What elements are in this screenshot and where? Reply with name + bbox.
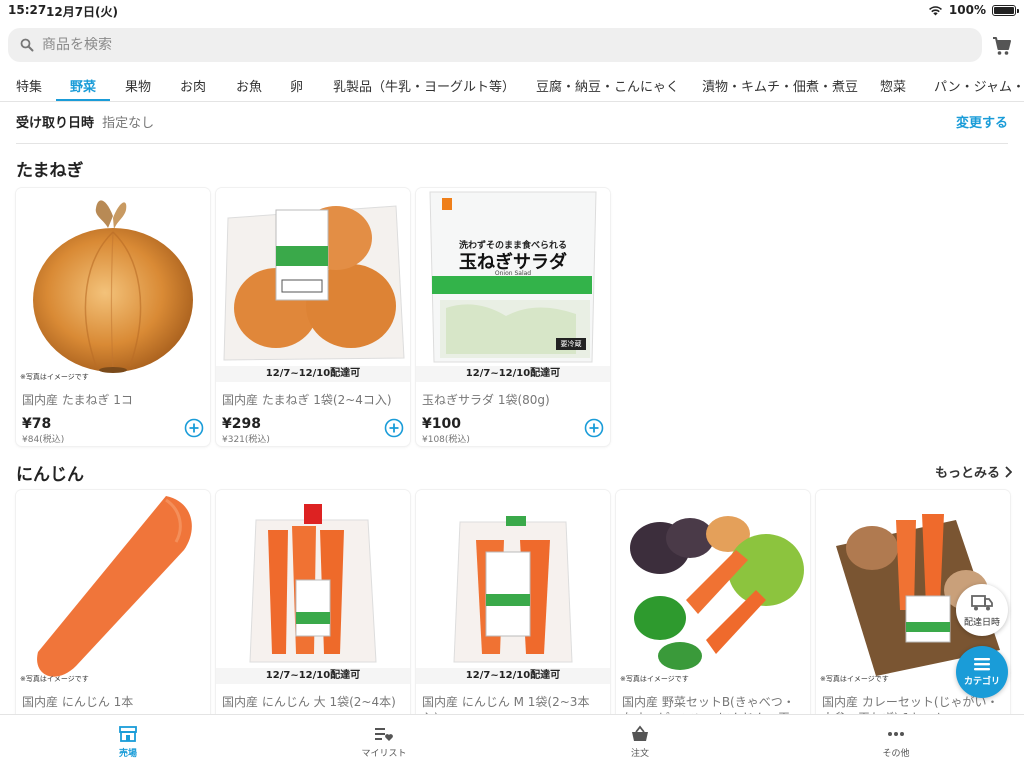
delivery-window: 12/7~12/10配達可 (416, 366, 610, 382)
tab-pickles[interactable]: 漬物・キムチ・佃煮・煮豆 (702, 76, 858, 101)
product-name: 玉ねぎサラダ 1袋(80g) (422, 393, 550, 407)
product-name: 国内産 にんじん 1本 (22, 695, 134, 709)
tab-bread[interactable]: パン・ジャム・ (934, 76, 1024, 101)
delivery-window: 12/7~12/10配達可 (416, 668, 610, 684)
nav-more[interactable]: その他 (856, 725, 936, 759)
product-image (16, 188, 210, 378)
product-name: 国内産 たまねぎ 1コ (22, 393, 133, 407)
product-tax-price: ¥321(税込) (222, 435, 270, 445)
nav-more-label: その他 (882, 749, 910, 759)
tab-fruits[interactable]: 果物 (125, 76, 151, 101)
category-button[interactable]: カテゴリ (956, 646, 1008, 698)
wifi-icon (928, 5, 942, 15)
category-label: カテゴリ (963, 677, 1000, 687)
tab-dairy[interactable]: 乳製品（牛乳・ヨーグルト等） (333, 76, 515, 101)
product-price: ¥100 (422, 416, 461, 432)
nav-orders-label: 注文 (630, 749, 649, 759)
more-icon (888, 732, 904, 736)
product-image (616, 490, 810, 680)
pickup-row: 受け取り日時 指定なし 変更する (16, 112, 1008, 144)
status-date: 12月7日(火) (46, 5, 119, 19)
section-title-onion: たまねぎ (16, 161, 84, 181)
see-more-label: もっとみる (934, 466, 1000, 481)
tab-fish[interactable]: お魚 (236, 76, 262, 101)
package-subtitle: Onion Salad (494, 270, 532, 277)
package-badge: 要冷蔵 (556, 338, 586, 350)
product-image (16, 490, 210, 680)
product-name: 国内産 たまねぎ 1袋(2~4コ入) (222, 393, 392, 407)
see-more-link[interactable]: もっとみる (935, 462, 1012, 481)
tab-meat[interactable]: お肉 (180, 76, 206, 101)
store-icon (119, 726, 137, 742)
product-image (216, 188, 410, 378)
nav-store-label: 売場 (118, 749, 137, 759)
battery-icon (992, 4, 1019, 16)
image-note: ※写真はイメージです (820, 675, 889, 683)
product-price: ¥78 (22, 416, 52, 432)
product-image (216, 490, 410, 680)
delivery-window: 12/7~12/10配達可 (216, 668, 410, 684)
section-title-carrot: にんじん (16, 465, 84, 485)
tab-tofu[interactable]: 豆腐・納豆・こんにゃく (536, 76, 679, 101)
cart-icon[interactable] (990, 34, 1014, 58)
menu-icon (974, 658, 990, 671)
product-card[interactable]: ※写真はイメージです 国内産 野菜セットB(きゃべつ・なす・ピーマン・にんじん・… (616, 490, 810, 720)
delivery-window: 12/7~12/10配達可 (216, 366, 410, 382)
search-icon (20, 38, 34, 52)
image-note: ※写真はイメージです (20, 675, 89, 683)
status-right: 100% (928, 3, 1019, 17)
product-image: 洗わずそのまま食べられる 玉ねぎサラダ Onion Salad 要冷蔵 (416, 188, 610, 378)
tab-deli[interactable]: 惣菜 (880, 76, 906, 101)
pickup-value: 指定なし (102, 116, 155, 131)
tab-special[interactable]: 特集 (16, 76, 42, 101)
nav-orders[interactable]: 注文 (600, 725, 680, 759)
product-tax-price: ¥108(税込) (422, 435, 470, 445)
add-to-cart-icon[interactable] (184, 418, 204, 438)
mylist-icon (375, 728, 393, 741)
product-image (416, 490, 610, 680)
search-bar[interactable] (8, 28, 982, 62)
product-name: 国内産 にんじん 大 1袋(2~4本) (222, 695, 396, 709)
product-card[interactable]: ※写真はイメージです 国内産 たまねぎ 1コ ¥78 ¥84(税込) (16, 188, 210, 446)
add-to-cart-icon[interactable] (384, 418, 404, 438)
search-input[interactable] (42, 37, 942, 53)
image-note: ※写真はイメージです (620, 675, 689, 683)
nav-mylist-label: マイリスト (361, 749, 407, 759)
product-card[interactable]: 洗わずそのまま食べられる 玉ねぎサラダ Onion Salad 要冷蔵 12/7… (416, 188, 610, 446)
product-card[interactable]: 12/7~12/10配達可 国内産 にんじん M 1袋(2~3本入) (416, 490, 610, 720)
status-time: 15:27 (8, 3, 47, 17)
product-tax-price: ¥84(税込) (22, 435, 65, 445)
delivery-date-button[interactable]: 配達日時 (956, 584, 1008, 636)
product-card[interactable]: 12/7~12/10配達可 国内産 にんじん 大 1袋(2~4本) (216, 490, 410, 720)
product-card[interactable]: ※写真はイメージです 国内産 にんじん 1本 (16, 490, 210, 720)
change-pickup-link[interactable]: 変更する (956, 112, 1008, 131)
nav-mylist[interactable]: マイリスト (344, 725, 424, 759)
delivery-date-label: 配達日時 (963, 618, 1000, 628)
tab-eggs[interactable]: 卵 (290, 76, 303, 101)
battery-percent: 100% (948, 3, 986, 17)
pickup-label: 受け取り日時 (16, 116, 95, 131)
status-bar: 15:27 12月7日(火) 100% (0, 0, 1024, 20)
add-to-cart-icon[interactable] (584, 418, 604, 438)
chevron-right-icon (1005, 465, 1012, 478)
tab-vegetables[interactable]: 野菜 (56, 76, 111, 101)
product-card[interactable]: 12/7~12/10配達可 国内産 たまねぎ 1袋(2~4コ入) ¥298 ¥3… (216, 188, 410, 446)
basket-icon (632, 725, 648, 741)
image-note: ※写真はイメージです (20, 373, 89, 381)
category-tabs: 特集 野菜 果物 お肉 お魚 卵 乳製品（牛乳・ヨーグルト等） 豆腐・納豆・こん… (0, 68, 1024, 102)
nav-store[interactable]: 売場 (88, 725, 168, 759)
bottom-nav: 売場 マイリスト 注文 その他 (0, 714, 1024, 768)
truck-icon (971, 595, 993, 611)
product-price: ¥298 (222, 416, 261, 432)
